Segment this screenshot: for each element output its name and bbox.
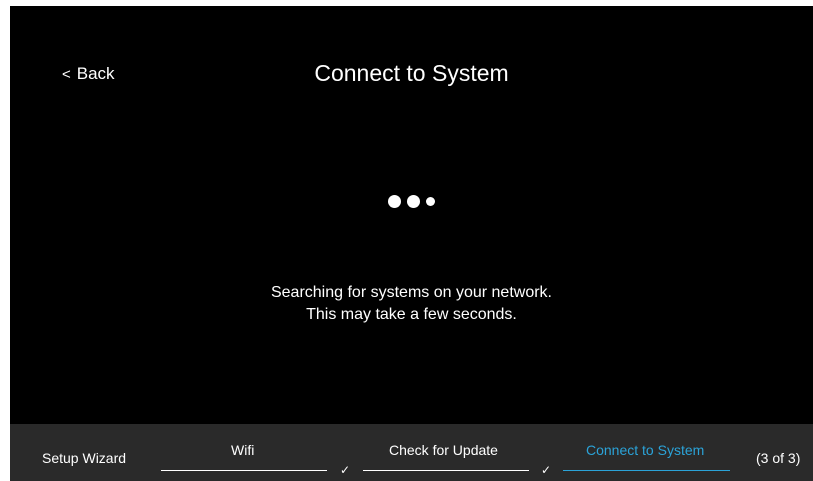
wizard-label: Setup Wizard [42,450,127,466]
page-title: Connect to System [314,60,509,86]
loading-dot-1 [388,194,401,208]
setup-wizard-panel: < Back Connect to System Searching for sy… [10,6,813,481]
loading-dots-icon [388,193,435,209]
wizard-footer: Setup Wizard Wifi ✓ Check for Update ✓ C… [10,424,813,481]
step-underline-wifi [161,470,327,471]
screen: < Back Connect to System Searching for sy… [0,0,813,481]
checkmark-icon: ✓ [340,463,351,477]
status-message: Searching for systems on your network. T… [10,282,813,326]
step-progress-indicator: (3 of 3) [756,450,801,466]
loading-dot-2 [407,194,420,208]
step-label-connect-to-system: Connect to System [586,442,705,458]
status-message-line-2: This may take a few seconds. [306,306,517,323]
loading-dot-3 [426,196,435,206]
step-underline-check-for-update [363,470,529,471]
checkmark-icon: ✓ [541,463,552,477]
status-message-line-1: Searching for systems on your network. [270,284,552,301]
step-label-check-for-update: Check for Update [389,442,498,458]
step-label-wifi: Wifi [231,442,255,458]
step-underline-connect-to-system [563,470,730,471]
